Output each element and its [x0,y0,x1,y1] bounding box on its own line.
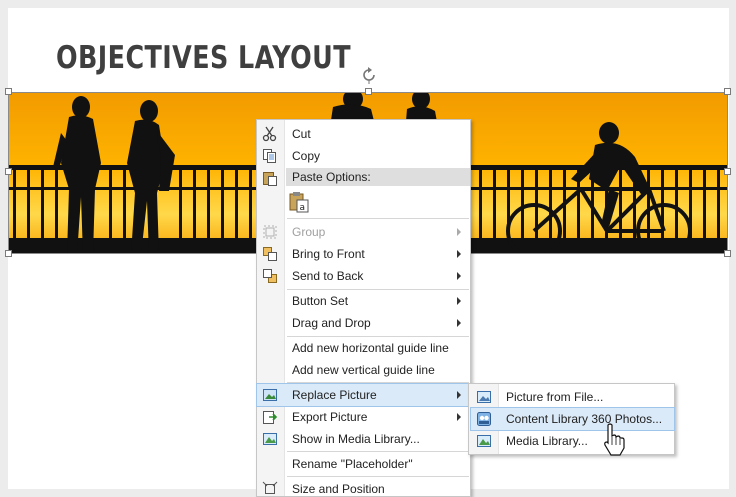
bring-to-front-icon [263,247,277,261]
menu-item-label: Size and Position [292,482,385,496]
submenu-arrow-icon [457,250,461,258]
menu-item-label: Show in Media Library... [292,432,420,446]
menu-item-label: Add new vertical guide line [292,363,435,377]
resize-handle-top-left[interactable] [5,88,12,95]
submenu-item-label: Content Library 360 Photos... [506,412,663,426]
menu-item-label: Group [292,225,326,239]
resize-handle-bottom-right[interactable] [724,250,731,257]
menu-item-label: Bring to Front [292,247,365,261]
media-library-icon [263,433,277,445]
menu-item-label: Replace Picture [292,388,377,402]
menu-item-cut[interactable]: Cut [257,123,470,145]
submenu-arrow-icon [457,391,461,399]
menu-item-label: Add new horizontal guide line [292,341,449,355]
paste-options-label: Paste Options: [292,170,371,184]
scissors-icon [262,126,277,142]
paste-keep-text-icon[interactable]: a [289,191,309,213]
slide-title[interactable]: OBJECTIVES LAYOUT [56,40,351,76]
size-position-icon [262,481,278,494]
submenu-item-media-library[interactable]: Media Library... [471,430,674,452]
menu-item-label: Copy [292,149,321,163]
submenu-item-picture-from-file[interactable]: Picture from File... [471,386,674,408]
menu-item-label: Drag and Drop [292,316,371,330]
replace-picture-submenu: Picture from File... Content Library 360… [468,383,675,455]
menu-item-label: Export Picture [292,410,368,424]
content-library-icon [477,412,491,426]
menu-item-size-and-position[interactable]: Size and Position [257,478,470,497]
rotate-handle-icon[interactable] [360,66,378,84]
paste-icon [263,172,277,186]
group-icon [263,225,277,239]
menu-item-label: Button Set [292,294,349,308]
svg-text:a: a [300,203,306,213]
menu-item-send-to-back[interactable]: Send to Back [257,265,470,287]
picture-file-icon [477,391,491,403]
menu-item-replace-picture[interactable]: Replace Picture [256,383,471,407]
submenu-item-content-library[interactable]: Content Library 360 Photos... [470,407,675,431]
submenu-item-label: Media Library... [506,434,588,448]
menu-item-label: Cut [292,127,311,141]
replace-picture-icon [263,389,277,401]
menu-item-label: Rename "Placeholder" [292,457,413,471]
submenu-arrow-icon [457,297,461,305]
menu-item-add-vertical-guide[interactable]: Add new vertical guide line [257,359,470,381]
resize-handle-top-right[interactable] [724,88,731,95]
menu-item-show-in-media-library[interactable]: Show in Media Library... [257,428,470,450]
submenu-arrow-icon [457,413,461,421]
copy-icon [263,149,276,163]
context-menu: Cut Copy Paste Options: a Group Bring to… [256,119,471,497]
menu-item-rename[interactable]: Rename "Placeholder" [257,453,470,475]
submenu-item-label: Picture from File... [506,390,604,404]
menu-item-copy[interactable]: Copy [257,145,470,167]
submenu-arrow-icon [457,319,461,327]
menu-item-drag-and-drop[interactable]: Drag and Drop [257,312,470,334]
menu-item-button-set[interactable]: Button Set [257,290,470,312]
export-picture-icon [263,411,278,424]
resize-handle-middle-left[interactable] [5,168,12,175]
menu-item-group: Group [257,221,470,243]
menu-item-add-horizontal-guide[interactable]: Add new horizontal guide line [257,337,470,359]
submenu-arrow-icon [457,228,461,236]
paste-options-header: Paste Options: [286,168,470,186]
menu-item-bring-to-front[interactable]: Bring to Front [257,243,470,265]
resize-handle-middle-right[interactable] [724,168,731,175]
menu-item-export-picture[interactable]: Export Picture [257,406,470,428]
menu-separator [287,451,469,452]
menu-separator [287,218,469,219]
media-library-icon [477,435,491,447]
send-to-back-icon [263,269,277,283]
resize-handle-top-middle[interactable] [365,88,372,95]
submenu-arrow-icon [457,272,461,280]
resize-handle-bottom-left[interactable] [5,250,12,257]
mouse-pointer-icon [604,423,625,456]
menu-item-label: Send to Back [292,269,364,283]
menu-separator [287,382,469,383]
menu-separator [287,476,469,477]
